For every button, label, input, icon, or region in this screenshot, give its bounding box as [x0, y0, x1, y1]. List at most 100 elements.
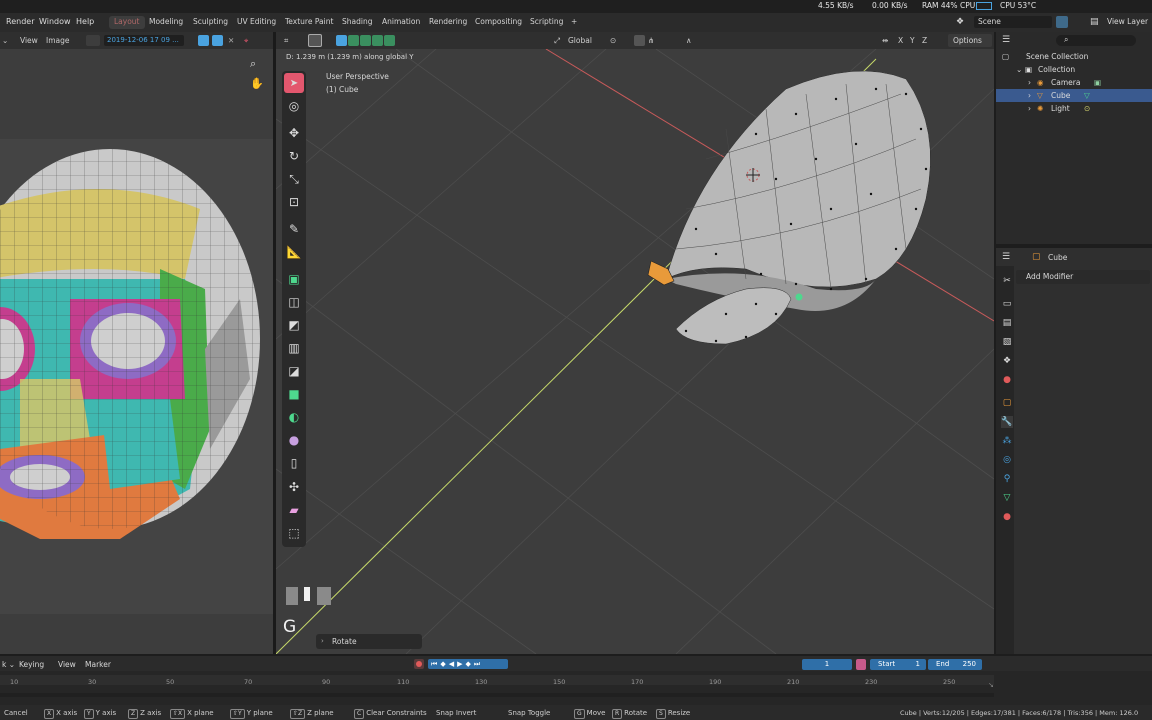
outliner-item-light[interactable]: › ✺ Light ⊙	[996, 102, 1152, 115]
select-mode-new-icon[interactable]	[336, 35, 347, 46]
uv-editor-canvas[interactable]: ⌕ ✋	[0, 49, 273, 654]
editor-type-icon[interactable]: ⌗	[284, 36, 288, 46]
select-mode-invert-icon[interactable]	[372, 35, 383, 46]
record-button[interactable]	[414, 659, 424, 669]
outliner-item-cube[interactable]: › ▽ Cube ▽	[996, 89, 1152, 102]
tool-extrude[interactable]: ▣	[284, 269, 304, 289]
tool-rip[interactable]: ⬚	[284, 523, 304, 543]
tool-shear[interactable]: ▰	[284, 500, 304, 520]
keying-menu[interactable]: Keying	[19, 660, 44, 669]
preview-range-toggle[interactable]	[856, 659, 866, 670]
expand-arrow-icon[interactable]: ›	[1028, 91, 1031, 100]
tab-modeling[interactable]: Modeling	[144, 16, 188, 29]
scene-selector[interactable]: Scene	[974, 16, 1052, 28]
world-properties-tab-icon[interactable]: ●	[1001, 374, 1013, 386]
image-browse-icon[interactable]	[86, 35, 100, 46]
camera-data-icon[interactable]: ▣	[1094, 78, 1101, 87]
light-data-icon[interactable]: ⊙	[1084, 104, 1090, 113]
image-name-field[interactable]: 2019-12-06 17 09 ...	[104, 35, 184, 46]
image-new-icon[interactable]	[212, 35, 223, 46]
select-mode-intersect-icon[interactable]	[384, 35, 395, 46]
constraints-tab-icon[interactable]: ⚲	[1001, 473, 1013, 485]
operator-panel[interactable]: › Rotate	[316, 634, 422, 649]
select-box-tool-icon[interactable]	[308, 34, 322, 47]
outliner-search-input[interactable]: ⌕	[1056, 35, 1136, 46]
scene-properties-tab-icon[interactable]: ❖	[1001, 355, 1013, 367]
view-layer-selector[interactable]: View Layer	[1107, 17, 1148, 26]
tool-properties-tab-icon[interactable]: ✂	[1001, 275, 1013, 287]
start-frame-field[interactable]: Start 1	[870, 659, 926, 670]
tool-cursor[interactable]: ◎	[284, 96, 304, 116]
tool-transform[interactable]: ⊡	[284, 192, 304, 212]
jump-end-icon[interactable]: ⏭	[474, 660, 483, 668]
tool-smooth[interactable]: ●	[284, 430, 304, 450]
menu-render[interactable]: Render	[6, 17, 34, 26]
image-pin-icon[interactable]: ⌖	[244, 36, 248, 46]
options-dropdown[interactable]: Options	[948, 34, 992, 47]
render-properties-tab-icon[interactable]: ▭	[1001, 298, 1013, 310]
expand-arrow-icon[interactable]: ›	[1028, 78, 1031, 87]
tool-shrink-fatten[interactable]: ✣	[284, 477, 304, 497]
uv-view-menu[interactable]: View	[20, 36, 38, 45]
uv-image-menu[interactable]: Image	[46, 36, 70, 45]
orientation-dropdown[interactable]: Global	[568, 36, 592, 45]
pivot-icon[interactable]: ⊙	[610, 36, 616, 45]
tool-scale[interactable]: ⤡	[284, 169, 304, 189]
mirror-y-toggle[interactable]: Y	[910, 36, 915, 45]
uv-editor-dropdown-icon[interactable]: ⌄	[2, 36, 8, 45]
menu-window[interactable]: Window	[39, 17, 71, 26]
marker-menu[interactable]: Marker	[85, 660, 111, 669]
mesh-data-icon[interactable]: ▽	[1084, 91, 1090, 100]
snap-icon[interactable]: ⋔	[648, 36, 654, 45]
select-mode-extend-icon[interactable]	[348, 35, 359, 46]
play-reverse-icon[interactable]: ◀	[449, 660, 457, 668]
tab-scripting[interactable]: Scripting	[525, 16, 568, 29]
mesh-data-tab-icon[interactable]: ▽	[1001, 492, 1013, 504]
tab-shading[interactable]: Shading	[337, 16, 377, 29]
3d-viewport-canvas[interactable]: D: 1.239 m (1.239 m) along global Y User…	[276, 49, 994, 654]
next-keyframe-icon[interactable]: ◆	[465, 660, 473, 668]
output-properties-tab-icon[interactable]: ▤	[1001, 317, 1013, 329]
tool-annotate[interactable]: ✎	[284, 219, 304, 239]
mirror-z-toggle[interactable]: Z	[922, 36, 927, 45]
end-frame-field[interactable]: End 250	[928, 659, 982, 670]
expand-chevron-icon[interactable]: ⌄	[1016, 65, 1022, 74]
tab-layout[interactable]: Layout	[109, 16, 145, 29]
jump-start-icon[interactable]: ⏮	[431, 660, 440, 668]
timeline-area[interactable]: ↘	[0, 671, 1152, 705]
properties-editor-icon[interactable]: ☰	[1002, 252, 1010, 262]
particles-tab-icon[interactable]: ⁂	[1001, 435, 1013, 447]
menu-help[interactable]: Help	[76, 17, 94, 26]
tab-sculpting[interactable]: Sculpting	[188, 16, 233, 29]
outliner-editor-icon[interactable]: ☰	[1002, 35, 1010, 45]
current-frame-field[interactable]: 1	[802, 659, 852, 670]
timeline-mode-dropdown-icon[interactable]: k ⌄	[2, 660, 15, 669]
tab-rendering[interactable]: Rendering	[424, 16, 472, 29]
snap-toggle-icon[interactable]	[634, 35, 645, 46]
select-mode-subtract-icon[interactable]	[360, 35, 371, 46]
view-layer-tab-icon[interactable]: ▧	[1001, 336, 1013, 348]
timeline-scrollbar[interactable]	[0, 693, 994, 697]
mirror-icon[interactable]: ⇹	[882, 36, 888, 45]
tool-select-box[interactable]: ➤	[284, 73, 304, 93]
tab-uv-editing[interactable]: UV Editing	[232, 16, 281, 29]
tab-compositing[interactable]: Compositing	[470, 16, 527, 29]
add-modifier-button[interactable]: Add Modifier	[1016, 270, 1150, 284]
timeline-view-menu[interactable]: View	[58, 660, 76, 669]
tab-texture-paint[interactable]: Texture Paint	[280, 16, 338, 29]
tool-loop-cut[interactable]: ▥	[284, 338, 304, 358]
modifier-properties-tab-icon[interactable]: 🔧	[1001, 416, 1013, 428]
outliner-item-camera[interactable]: › ◉ Camera ▣	[996, 76, 1152, 89]
prev-keyframe-icon[interactable]: ◆	[440, 660, 448, 668]
new-scene-icon[interactable]	[1056, 16, 1068, 28]
timeline-corner-icon[interactable]: ↘	[988, 681, 994, 689]
material-tab-icon[interactable]: ●	[1001, 511, 1013, 523]
outliner-scene-collection[interactable]: ▢ Scene Collection	[996, 50, 1152, 63]
proportional-edit-icon[interactable]: ∧	[686, 36, 692, 45]
tool-move[interactable]: ✥	[284, 123, 304, 143]
tool-rotate[interactable]: ↻	[284, 146, 304, 166]
tool-bevel[interactable]: ◩	[284, 315, 304, 335]
outliner-collection[interactable]: ⌄ ▣ Collection	[996, 63, 1152, 76]
tool-knife[interactable]: ◪	[284, 361, 304, 381]
expand-arrow-icon[interactable]: ›	[1028, 104, 1031, 113]
